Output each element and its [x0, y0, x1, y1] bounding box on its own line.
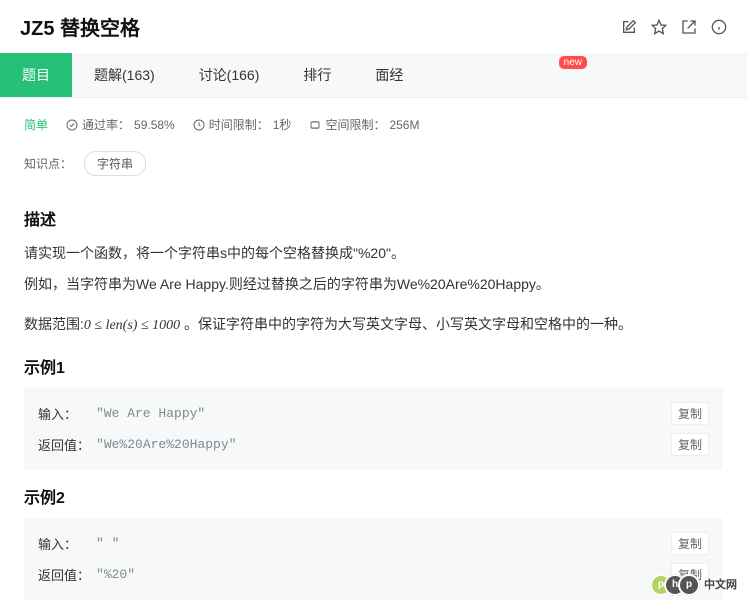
example2-input-value: " "	[96, 536, 119, 551]
desc-p2: 例如，当字符串为We Are Happy.则经过替换之后的字符串为We%20Ar…	[24, 271, 723, 298]
example1-input-row: 输入： "We Are Happy" 复制	[38, 398, 709, 429]
pass-value: 59.58%	[134, 118, 175, 132]
meta-bar: 简单 通过率： 59.58% 时间限制： 1秒 空间限制： 256M	[0, 98, 747, 141]
copy-button[interactable]: 复制	[671, 433, 709, 456]
pass-rate: 通过率： 59.58%	[66, 116, 175, 133]
tabs: 题目 题解(163) 讨论(166) 排行 面经 new	[0, 53, 747, 98]
copy-button[interactable]: 复制	[671, 532, 709, 555]
example1-section: 示例1 输入： "We Are Happy" 复制 返回值： "We%20Are…	[0, 354, 747, 470]
example2-return-value: "%20"	[96, 567, 135, 582]
header-actions	[621, 19, 727, 35]
memory-value: 256M	[389, 118, 419, 132]
edit-icon[interactable]	[621, 19, 637, 35]
php-logo-icon: p h p	[650, 574, 700, 596]
tab-solutions[interactable]: 题解(163)	[72, 53, 177, 97]
time-value: 1秒	[273, 116, 292, 133]
example1-heading: 示例1	[24, 354, 723, 378]
tag-string[interactable]: 字符串	[84, 151, 146, 176]
watermark-text: 中文网	[704, 579, 737, 591]
star-icon[interactable]	[651, 19, 667, 35]
description-heading: 描述	[24, 206, 723, 230]
difficulty-label: 简单	[24, 116, 48, 133]
range-prefix: 数据范围:	[24, 316, 84, 332]
tab-problem[interactable]: 题目	[0, 53, 72, 97]
example2-return-row: 返回值： "%20" 复制	[38, 559, 709, 590]
example1-return-label: 返回值：	[38, 435, 90, 454]
example2-input-label: 输入：	[38, 534, 90, 553]
clock-icon	[193, 119, 205, 131]
time-label: 时间限制：	[209, 116, 269, 133]
example2-section: 示例2 输入： " " 复制 返回值： "%20" 复制 p h p	[0, 484, 747, 600]
memory-icon	[309, 119, 321, 131]
range-math: 0 ≤ len(s) ≤ 1000	[84, 318, 180, 333]
tab-interview[interactable]: 面经	[353, 53, 425, 97]
example1-block: 输入： "We Are Happy" 复制 返回值： "We%20Are%20H…	[24, 388, 723, 470]
copy-button[interactable]: 复制	[671, 402, 709, 425]
pass-label: 通过率：	[82, 116, 130, 133]
check-icon	[66, 119, 78, 131]
description-section: 描述 请实现一个函数，将一个字符串s中的每个空格替换成"%20"。 例如，当字符…	[0, 206, 747, 340]
desc-p1: 请实现一个函数，将一个字符串s中的每个空格替换成"%20"。	[24, 240, 723, 267]
memory-limit: 空间限制： 256M	[309, 116, 419, 133]
watermark: p h p 中文网	[650, 574, 737, 596]
data-range: 数据范围:0 ≤ len(s) ≤ 1000 。保证字符串中的字符为大写英文字母…	[24, 311, 723, 340]
example2-block: 输入： " " 复制 返回值： "%20" 复制	[24, 518, 723, 600]
header: JZ5 替换空格	[0, 0, 747, 53]
example1-input-value: "We Are Happy"	[96, 406, 205, 421]
description-body: 请实现一个函数，将一个字符串s中的每个空格替换成"%20"。 例如，当字符串为W…	[24, 240, 723, 297]
info-icon[interactable]	[711, 19, 727, 35]
page-title: JZ5 替换空格	[20, 12, 140, 41]
tab-ranking[interactable]: 排行	[281, 53, 353, 97]
time-limit: 时间限制： 1秒	[193, 116, 292, 133]
example2-input-row: 输入： " " 复制	[38, 528, 709, 559]
example1-return-row: 返回值： "We%20Are%20Happy" 复制	[38, 429, 709, 460]
example1-input-label: 输入：	[38, 404, 90, 423]
memory-label: 空间限制：	[325, 116, 385, 133]
range-suffix: 。保证字符串中的字符为大写英文字母、小写英文字母和空格中的一种。	[180, 316, 632, 332]
example1-return-value: "We%20Are%20Happy"	[96, 437, 236, 452]
badge-new: new	[559, 56, 587, 69]
tab-discuss[interactable]: 讨论(166)	[177, 53, 282, 97]
example2-heading: 示例2	[24, 484, 723, 508]
share-icon[interactable]	[681, 19, 697, 35]
knowledge-row: 知识点： 字符串	[0, 141, 747, 192]
knowledge-label: 知识点：	[24, 155, 72, 172]
example2-return-label: 返回值：	[38, 565, 90, 584]
